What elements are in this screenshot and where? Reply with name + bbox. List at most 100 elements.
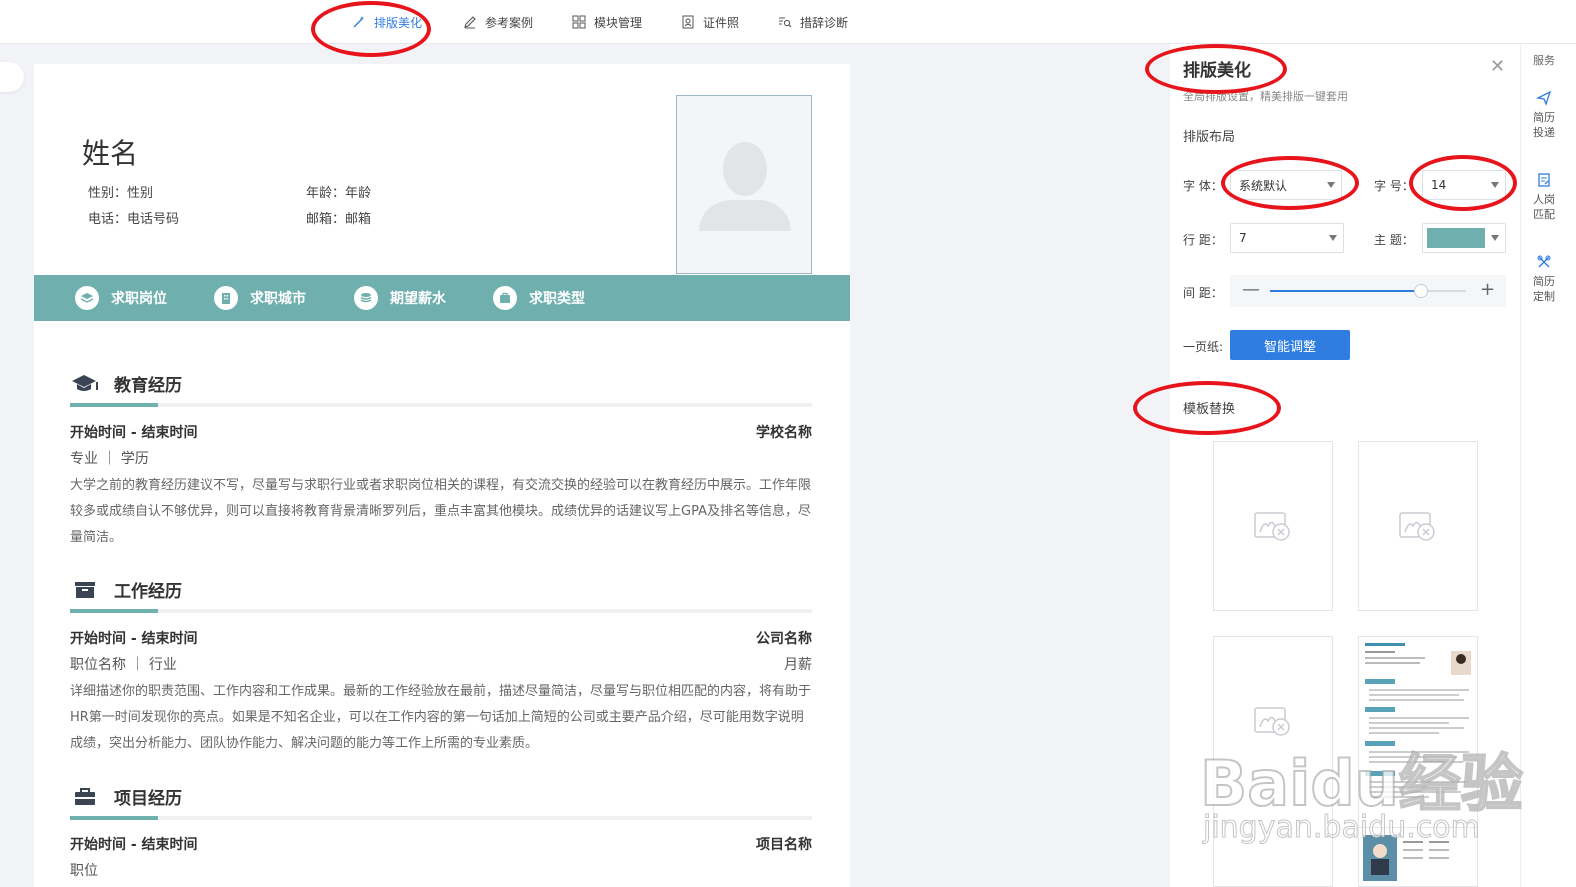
line-height-value: 7: [1239, 231, 1247, 245]
resume-photo[interactable]: [676, 95, 812, 274]
intent-city-label: 求职城市: [250, 291, 306, 307]
education-major-degree[interactable]: 专业 ｜ 学历: [70, 448, 149, 468]
chevron-down-icon: [1491, 182, 1499, 188]
resume-name[interactable]: 姓名: [82, 132, 138, 172]
job-intent-bar: 求职岗位 求职城市 期望薪水 求职类型: [34, 275, 850, 321]
project-period[interactable]: 开始时间 - 结束时间: [70, 834, 198, 854]
close-icon[interactable]: ✕: [1490, 56, 1505, 77]
work-divider: [70, 609, 812, 613]
toolbar-wording-diagnosis[interactable]: 措辞诊断: [778, 12, 848, 32]
education-title-text: 教育经历: [114, 376, 182, 396]
service-job-match[interactable]: 人岗匹配: [1521, 172, 1567, 222]
chevron-down-icon: [1491, 235, 1499, 241]
avatar-placeholder-icon: [699, 142, 791, 231]
intent-salary[interactable]: 期望薪水: [354, 286, 446, 310]
slider-handle[interactable]: [1413, 284, 1428, 298]
archive-box-icon: [75, 581, 95, 598]
project-title-text: 项目经历: [114, 789, 182, 809]
education-school[interactable]: 学校名称: [756, 422, 812, 442]
service-resume-delivery[interactable]: 简历投递: [1521, 90, 1567, 140]
grid-icon: [572, 15, 586, 29]
resume-page: 姓名 性别：性别 年龄：年龄 电话：电话号码 邮箱：邮箱 求职岗位 求职城市 期…: [34, 64, 850, 887]
project-name[interactable]: 项目名称: [756, 834, 812, 854]
toolbar-module-manage[interactable]: 模块管理: [572, 12, 642, 32]
service-delivery-label: 简历投递: [1533, 111, 1555, 139]
line-height-select[interactable]: 7: [1230, 223, 1344, 253]
magic-wand-icon: [353, 16, 365, 28]
broken-image-icon: [1399, 512, 1435, 541]
resume-phone[interactable]: 电话：电话号码: [88, 208, 179, 227]
service-sidebar: 服务 简历投递 人岗匹配 简历定制: [1520, 44, 1576, 887]
resume-email[interactable]: 邮箱：邮箱: [306, 208, 371, 227]
toolbar-typesetting[interactable]: 排版美化: [352, 12, 422, 32]
work-description[interactable]: 详细描述你的职责范围、工作内容和工作成果。最新的工作经验放在最前，描述尽量简洁，…: [70, 679, 812, 757]
top-toolbar: 排版美化 参考案例 模块管理 证件照 措辞诊断: [0, 0, 1576, 44]
briefcase-icon: [493, 286, 517, 310]
toolbar-id-photo[interactable]: 证件照: [681, 12, 739, 32]
service-header: 服务: [1533, 54, 1555, 67]
work-period[interactable]: 开始时间 - 结束时间: [70, 628, 198, 648]
section-work-title[interactable]: 工作经历: [70, 577, 182, 602]
education-description[interactable]: 大学之前的教育经历建议不写，尽量写与求职行业或者求职岗位相关的课程，有交流交换的…: [70, 473, 812, 551]
match-icon: [1538, 173, 1550, 187]
theme-color-select[interactable]: [1422, 223, 1506, 253]
broken-image-icon: [1254, 707, 1290, 736]
intent-type-label: 求职类型: [529, 291, 585, 307]
layout-section-title: 排版布局: [1183, 130, 1236, 145]
text-search-icon: [779, 17, 792, 28]
pen-icon: [464, 16, 476, 29]
intent-type[interactable]: 求职类型: [493, 286, 585, 310]
intent-position[interactable]: 求职岗位: [75, 286, 167, 310]
section-education-title[interactable]: 教育经历: [70, 371, 182, 396]
intent-position-label: 求职岗位: [111, 291, 167, 307]
project-divider: [70, 816, 812, 820]
left-collapse-tab[interactable]: [0, 62, 24, 92]
toolbar-id-photo-label: 证件照: [703, 15, 740, 30]
template-thumb[interactable]: [1213, 441, 1333, 611]
font-select[interactable]: 系统默认: [1230, 170, 1342, 200]
work-position-industry[interactable]: 职位名称 ｜ 行业: [70, 654, 177, 674]
slider-fill: [1270, 290, 1421, 292]
one-page-label: 一页纸:: [1183, 340, 1224, 354]
template-thumb[interactable]: [1358, 441, 1478, 611]
template-section-title: 模板替换: [1183, 402, 1236, 417]
intent-city[interactable]: 求职城市: [214, 286, 306, 310]
plus-icon[interactable]: +: [1480, 279, 1495, 300]
coins-icon: [354, 286, 378, 310]
service-resume-customize[interactable]: 简历定制: [1521, 254, 1567, 304]
spacing-slider[interactable]: — +: [1230, 275, 1506, 307]
smart-adjust-button[interactable]: 智能调整: [1230, 330, 1350, 360]
panel-title: 排版美化: [1183, 61, 1251, 81]
font-size-value: 14: [1431, 178, 1447, 192]
font-size-select[interactable]: 14: [1422, 170, 1506, 200]
theme-color-swatch: [1427, 228, 1485, 248]
line-height-label: 行 距：: [1183, 233, 1223, 247]
work-title-text: 工作经历: [114, 582, 182, 602]
section-project-title[interactable]: 项目经历: [70, 784, 182, 809]
typesetting-panel: 排版美化 ✕ 全局排版设置，精美排版一键套用 排版布局 字 体： 系统默认 字 …: [1170, 44, 1520, 887]
work-salary[interactable]: 月薪: [784, 654, 812, 674]
spacing-label: 间 距：: [1183, 286, 1223, 300]
resume-gender[interactable]: 性别：性别: [88, 182, 153, 201]
work-company[interactable]: 公司名称: [756, 628, 812, 648]
education-period[interactable]: 开始时间 - 结束时间: [70, 422, 198, 442]
send-icon: [1536, 90, 1552, 106]
chevron-down-icon: [1329, 235, 1337, 241]
resume-age[interactable]: 年龄：年龄: [306, 182, 371, 201]
building-icon: [214, 286, 238, 310]
slider-track[interactable]: [1270, 284, 1466, 298]
toolbar-module-label: 模块管理: [594, 15, 643, 30]
chevron-down-icon: [1327, 182, 1335, 188]
toolbar-reference-label: 参考案例: [485, 15, 534, 30]
template-thumb[interactable]: [1213, 636, 1333, 887]
font-label: 字 体：: [1183, 179, 1223, 193]
toolbar-reference-cases[interactable]: 参考案例: [463, 12, 533, 32]
template-thumb-preview[interactable]: [1358, 636, 1478, 887]
minus-icon[interactable]: —: [1242, 279, 1260, 300]
project-role[interactable]: 职位: [70, 860, 98, 880]
graduation-cap-icon: [72, 374, 98, 391]
service-match-label: 人岗匹配: [1533, 193, 1555, 221]
toolbar-typesetting-label: 排版美化: [374, 15, 423, 30]
id-photo-icon: [682, 15, 694, 29]
intent-salary-label: 期望薪水: [390, 291, 446, 307]
